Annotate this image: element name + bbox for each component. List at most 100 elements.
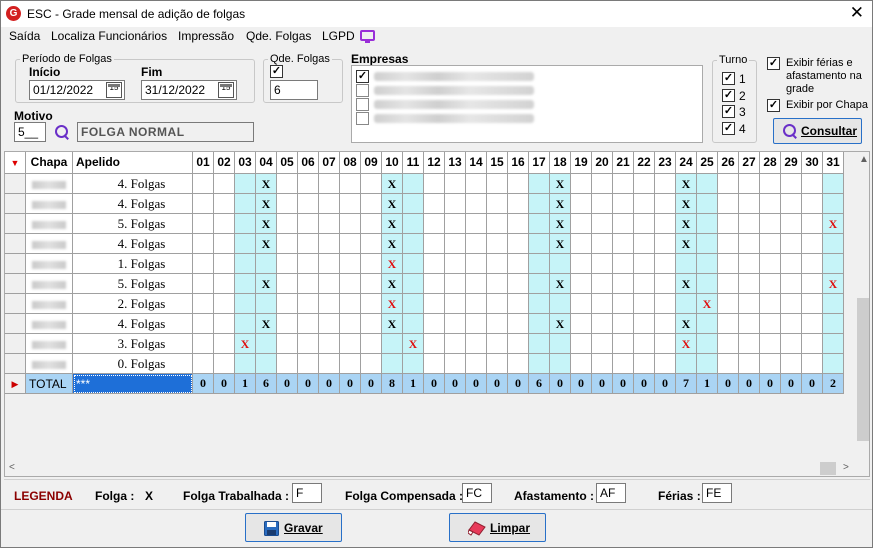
day-cell[interactable]: X [256,174,277,194]
day-cell[interactable] [655,294,676,314]
day-cell[interactable] [298,294,319,314]
day-cell[interactable] [571,334,592,354]
day-cell[interactable] [718,234,739,254]
day-cell[interactable] [424,314,445,334]
day-cell[interactable] [802,314,823,334]
day-cell[interactable] [508,214,529,234]
day-cell[interactable] [298,174,319,194]
day-cell[interactable] [214,314,235,334]
day-cell[interactable] [760,254,781,274]
day-cell[interactable] [445,174,466,194]
day-cell[interactable] [214,334,235,354]
horizontal-scrollbar[interactable]: < > [5,460,856,476]
day-cell[interactable] [718,214,739,234]
day-cell[interactable] [319,294,340,314]
grid-header-day[interactable]: 24 [676,152,697,174]
empresa-row[interactable] [356,112,696,126]
day-cell[interactable] [424,214,445,234]
day-cell[interactable] [592,234,613,254]
day-cell[interactable] [760,194,781,214]
day-cell[interactable]: X [676,334,697,354]
day-cell[interactable] [403,254,424,274]
day-cell[interactable]: X [235,334,256,354]
grid-header-day[interactable]: 15 [487,152,508,174]
day-cell[interactable] [802,334,823,354]
day-cell[interactable] [508,274,529,294]
day-cell[interactable] [655,354,676,374]
grid-header-day[interactable]: 11 [403,152,424,174]
grid-header-day[interactable]: 23 [655,152,676,174]
day-cell[interactable] [256,334,277,354]
day-cell[interactable] [361,314,382,334]
day-cell[interactable]: X [676,174,697,194]
day-cell[interactable] [613,254,634,274]
day-cell[interactable] [445,274,466,294]
day-cell[interactable] [277,314,298,334]
day-cell[interactable] [781,194,802,214]
day-cell[interactable] [571,294,592,314]
day-cell[interactable] [298,194,319,214]
turno-1-checkbox[interactable]: ✓ [722,72,735,85]
day-cell[interactable] [256,294,277,314]
menu-impressao[interactable]: Impressão [178,29,234,43]
apelido-cell[interactable]: 5. Folgas [73,274,193,294]
day-cell[interactable] [277,354,298,374]
day-cell[interactable] [718,334,739,354]
day-cell[interactable] [529,274,550,294]
day-cell[interactable] [403,174,424,194]
day-cell[interactable]: X [382,254,403,274]
empresa-row[interactable]: ✓ [356,70,696,84]
day-cell[interactable] [319,174,340,194]
day-cell[interactable] [508,234,529,254]
day-cell[interactable] [823,194,844,214]
day-cell[interactable] [634,194,655,214]
day-cell[interactable] [235,354,256,374]
day-cell[interactable] [718,314,739,334]
day-cell[interactable] [361,174,382,194]
gravar-button[interactable]: Gravar [245,513,342,542]
empresa-checkbox[interactable] [356,98,369,111]
day-cell[interactable]: X [382,274,403,294]
day-cell[interactable] [823,174,844,194]
day-cell[interactable] [277,294,298,314]
grid-header-day[interactable]: 10 [382,152,403,174]
day-cell[interactable] [802,174,823,194]
day-cell[interactable] [592,334,613,354]
day-cell[interactable] [718,354,739,374]
day-cell[interactable] [340,194,361,214]
day-cell[interactable] [634,294,655,314]
day-cell[interactable] [550,294,571,314]
day-cell[interactable] [571,354,592,374]
day-cell[interactable] [634,174,655,194]
day-cell[interactable] [424,234,445,254]
day-cell[interactable] [697,314,718,334]
day-cell[interactable] [193,294,214,314]
day-cell[interactable] [718,294,739,314]
exibir-chapa-checkbox[interactable]: ✓ [767,99,780,112]
day-cell[interactable] [319,274,340,294]
day-cell[interactable] [592,354,613,374]
day-cell[interactable] [697,194,718,214]
day-cell[interactable] [277,194,298,214]
day-cell[interactable] [277,174,298,194]
day-cell[interactable] [613,234,634,254]
day-cell[interactable] [634,274,655,294]
day-cell[interactable] [340,354,361,374]
day-cell[interactable] [403,234,424,254]
day-cell[interactable] [487,194,508,214]
horizontal-scroll-thumb[interactable] [820,462,836,475]
day-cell[interactable] [424,334,445,354]
monitor-icon[interactable] [360,30,375,43]
day-cell[interactable] [739,234,760,254]
day-cell[interactable]: X [550,174,571,194]
day-cell[interactable] [445,194,466,214]
day-cell[interactable] [298,254,319,274]
day-cell[interactable]: X [403,334,424,354]
day-cell[interactable] [739,274,760,294]
day-cell[interactable] [445,334,466,354]
day-cell[interactable]: X [382,314,403,334]
day-cell[interactable] [235,294,256,314]
day-cell[interactable] [781,334,802,354]
day-cell[interactable]: X [550,314,571,334]
day-cell[interactable] [445,354,466,374]
